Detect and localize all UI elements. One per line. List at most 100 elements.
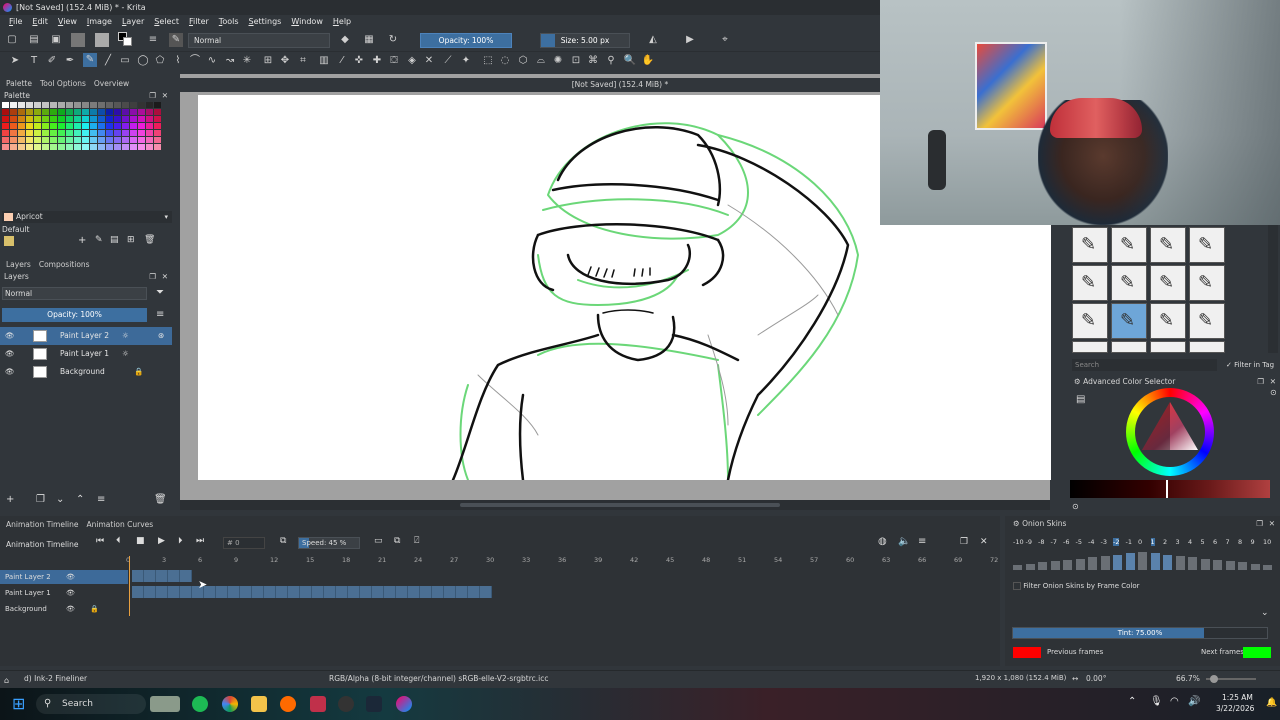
- onion-opacity-bar[interactable]: [1150, 553, 1160, 570]
- palette-swatch[interactable]: [10, 123, 17, 129]
- wrap-around-icon[interactable]: ⌖: [718, 33, 732, 47]
- palette-swatch[interactable]: [58, 137, 65, 143]
- play-icon[interactable]: ▶: [158, 536, 165, 546]
- palette-swatch[interactable]: [50, 102, 57, 108]
- palette-swatch[interactable]: [130, 123, 137, 129]
- polyline-tool-icon[interactable]: ⌇: [171, 54, 185, 68]
- zoom-slider[interactable]: [1206, 675, 1256, 683]
- frame-cell[interactable]: [156, 570, 168, 582]
- palette-swatch[interactable]: [138, 116, 145, 122]
- palette-swatch[interactable]: [98, 116, 105, 122]
- smart-patch-tool-icon[interactable]: ✚: [370, 54, 384, 68]
- brush-preset-tile[interactable]: ✎: [1189, 227, 1225, 263]
- previous-frames-color[interactable]: [1013, 647, 1041, 658]
- multibrush-icon[interactable]: ✳: [240, 54, 254, 68]
- alpha-lock-icon[interactable]: ☼: [122, 345, 129, 363]
- palette-swatch[interactable]: [50, 116, 57, 122]
- frame-cell[interactable]: [288, 586, 300, 598]
- palette-swatch[interactable]: [90, 109, 97, 115]
- taskbar-search[interactable]: ⚲ Search: [36, 694, 146, 714]
- palette-swatch[interactable]: [98, 137, 105, 143]
- onion-opacity-bar[interactable]: [1200, 558, 1210, 570]
- layer-properties-icon[interactable]: ≡: [97, 494, 105, 505]
- frame-cell[interactable]: [240, 586, 252, 598]
- onion-frame-numbers[interactable]: -10 -9 -8 -7 -6 -5 -4 -3 -2 -1 0 1 2 3 4 5 6 7 8 9 10: [1013, 538, 1275, 550]
- smart-patch-icon[interactable]: ✜: [352, 54, 366, 68]
- wifi-icon[interactable]: ◠: [1170, 696, 1179, 707]
- palette-swatch[interactable]: [2, 102, 9, 108]
- onion-opacity-bar[interactable]: [1125, 553, 1135, 570]
- palette-swatch[interactable]: [130, 137, 137, 143]
- frame-cell[interactable]: [372, 586, 384, 598]
- palette-swatch[interactable]: [154, 116, 161, 122]
- onion-frame-number[interactable]: -4: [1088, 538, 1094, 546]
- eye-icon[interactable]: 👁: [66, 586, 75, 600]
- float-icon[interactable]: ❐: [149, 271, 156, 283]
- palette-swatch[interactable]: [74, 116, 81, 122]
- magnetic-select-icon[interactable]: ⚲: [604, 54, 618, 68]
- filter-icon[interactable]: ⏷: [156, 287, 164, 298]
- tab-palette[interactable]: Palette: [6, 77, 32, 91]
- palette-swatch[interactable]: [10, 144, 17, 150]
- onion-frame-number[interactable]: -7: [1051, 538, 1057, 546]
- krita-taskbar-icon[interactable]: [396, 696, 412, 712]
- timeline-layer-row[interactable]: Background 👁 🔒: [0, 602, 128, 616]
- palette-swatch[interactable]: [66, 116, 73, 122]
- zoom-value[interactable]: 66.7%: [1176, 671, 1200, 686]
- size-slider[interactable]: Size: 5.00 px: [540, 33, 630, 48]
- palette-swatch[interactable]: [50, 130, 57, 136]
- palette-swatch[interactable]: [98, 109, 105, 115]
- onion-opacity-bars[interactable]: [1013, 552, 1275, 576]
- palette-swatch[interactable]: [82, 137, 89, 143]
- palette-swatch[interactable]: [130, 144, 137, 150]
- palette-swatch[interactable]: [114, 144, 121, 150]
- delete-swatch-icon[interactable]: 🗑: [144, 235, 155, 245]
- eye-icon[interactable]: 👁: [5, 327, 15, 345]
- menu-select[interactable]: Select: [149, 15, 184, 29]
- tab-animation-curves[interactable]: Animation Curves: [87, 518, 154, 532]
- windows-start-icon[interactable]: ⊞: [12, 695, 25, 713]
- palette-swatch[interactable]: [74, 123, 81, 129]
- menu-icon[interactable]: ≡: [156, 309, 164, 320]
- onion-frame-number[interactable]: -9: [1026, 538, 1032, 546]
- frame-cell[interactable]: [312, 586, 324, 598]
- palette-swatch[interactable]: [154, 109, 161, 115]
- palette-swatch[interactable]: [122, 109, 129, 115]
- opacity-slider[interactable]: Opacity: 100%: [420, 33, 512, 48]
- palette-swatch[interactable]: [122, 130, 129, 136]
- close-icon[interactable]: ✕: [162, 90, 168, 102]
- palette-swatch[interactable]: [18, 144, 25, 150]
- chevron-down-icon[interactable]: ⌄: [1261, 608, 1269, 618]
- palette-swatch[interactable]: [42, 102, 49, 108]
- palette-swatch[interactable]: [122, 102, 129, 108]
- tab-layers[interactable]: Layers: [6, 258, 31, 272]
- layer-opacity-slider[interactable]: Opacity: 100%: [2, 308, 147, 322]
- layer-row[interactable]: 👁 Paint Layer 1 ☼: [0, 345, 172, 363]
- onion-opacity-bar[interactable]: [1250, 563, 1260, 570]
- first-frame-icon[interactable]: ⏮: [96, 536, 104, 546]
- onion-frame-number[interactable]: 7: [1226, 538, 1230, 546]
- onion-opacity-bar[interactable]: [1188, 557, 1197, 570]
- menu-settings[interactable]: Settings: [244, 15, 287, 29]
- palette-swatch[interactable]: [114, 137, 121, 143]
- onion-frame-number[interactable]: -3: [1101, 538, 1107, 546]
- brush-settings-icon[interactable]: ≡: [146, 33, 160, 47]
- palette-swatch[interactable]: [18, 102, 25, 108]
- tab-animation-timeline[interactable]: Animation Timeline: [6, 518, 79, 532]
- brush-preset-tile[interactable]: ✎: [1150, 227, 1186, 263]
- palette-swatch[interactable]: [50, 137, 57, 143]
- frame-cell[interactable]: [432, 586, 444, 598]
- palette-swatch[interactable]: [114, 102, 121, 108]
- text-tool-icon[interactable]: T: [27, 54, 41, 68]
- onion-frame-number[interactable]: 5: [1201, 538, 1205, 546]
- onion-frame-number[interactable]: 3: [1176, 538, 1180, 546]
- scroll-thumb[interactable]: [460, 503, 780, 507]
- scroll-up-icon[interactable]: ⊙: [1270, 388, 1277, 397]
- delete-layer-icon[interactable]: 🗑: [154, 494, 167, 505]
- palette-swatch[interactable]: [90, 116, 97, 122]
- onion-frame-number[interactable]: -2: [1113, 538, 1120, 546]
- palette-swatch[interactable]: [10, 116, 17, 122]
- onion-frame-number[interactable]: -10: [1013, 538, 1024, 546]
- measure-tool-icon[interactable]: ⟋: [441, 54, 455, 68]
- palette-swatch[interactable]: [26, 102, 33, 108]
